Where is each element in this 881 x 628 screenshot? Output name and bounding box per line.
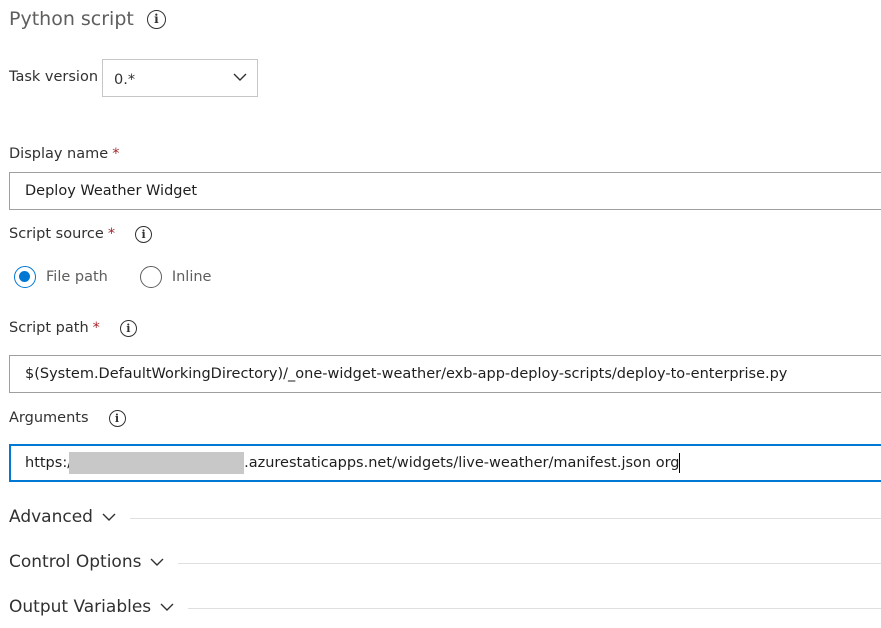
required-marker: * xyxy=(92,320,100,336)
section-advanced[interactable]: Advanced xyxy=(9,505,881,529)
required-marker: * xyxy=(112,146,120,162)
task-version-value: 0.* xyxy=(114,72,136,88)
script-path-label: Script path * i xyxy=(9,318,137,338)
radio-file-path[interactable]: File path xyxy=(14,266,108,288)
radio-selected-icon[interactable] xyxy=(14,266,36,288)
redacted-block xyxy=(69,452,245,474)
info-icon[interactable]: i xyxy=(108,409,126,427)
section-control-options-label: Control Options xyxy=(9,552,142,572)
arguments-value-suffix: .azurestaticapps.net/widgets/live-weathe… xyxy=(244,455,680,471)
chevron-down-icon xyxy=(233,73,247,81)
radio-file-path-label: File path xyxy=(46,269,108,285)
section-divider xyxy=(129,517,881,519)
text-caret xyxy=(679,453,681,473)
section-control-options[interactable]: Control Options xyxy=(9,550,881,574)
section-divider xyxy=(178,562,881,564)
script-source-label: Script source * i xyxy=(9,224,153,244)
script-path-value: $(System.DefaultWorkingDirectory)/_one-w… xyxy=(25,366,788,382)
section-advanced-label: Advanced xyxy=(9,507,93,527)
task-title: Python script i xyxy=(9,5,166,33)
arguments-label: Arguments i xyxy=(9,408,126,428)
arguments-field[interactable]: https:/ .azurestaticapps.net/widgets/live… xyxy=(9,444,881,482)
chevron-down-icon xyxy=(102,513,116,521)
task-version-dropdown[interactable]: 0.* xyxy=(102,59,258,97)
radio-inline-label: Inline xyxy=(171,269,212,285)
info-icon[interactable]: i xyxy=(135,225,153,243)
chevron-down-icon xyxy=(150,558,164,566)
radio-unselected-icon[interactable] xyxy=(139,266,162,288)
task-editor-panel: Python script i Task version 0.* Display… xyxy=(0,0,881,628)
required-marker: * xyxy=(107,226,116,242)
task-version-label: Task version xyxy=(9,69,99,85)
section-output-variables[interactable]: Output Variables xyxy=(9,595,881,619)
info-icon[interactable]: i xyxy=(119,319,137,337)
info-icon[interactable]: i xyxy=(146,9,166,29)
display-name-field[interactable]: Deploy Weather Widget xyxy=(9,172,881,210)
section-divider xyxy=(188,607,881,609)
radio-inline[interactable]: Inline xyxy=(139,266,212,288)
page-title: Python script xyxy=(9,8,134,30)
arguments-value-prefix: https:/ xyxy=(25,455,73,471)
display-name-value: Deploy Weather Widget xyxy=(25,183,198,199)
section-output-variables-label: Output Variables xyxy=(9,597,152,617)
chevron-down-icon xyxy=(160,603,174,611)
script-source-options: File path Inline xyxy=(14,266,211,288)
script-path-field[interactable]: $(System.DefaultWorkingDirectory)/_one-w… xyxy=(9,355,881,393)
display-name-label: Display name * xyxy=(9,146,120,162)
